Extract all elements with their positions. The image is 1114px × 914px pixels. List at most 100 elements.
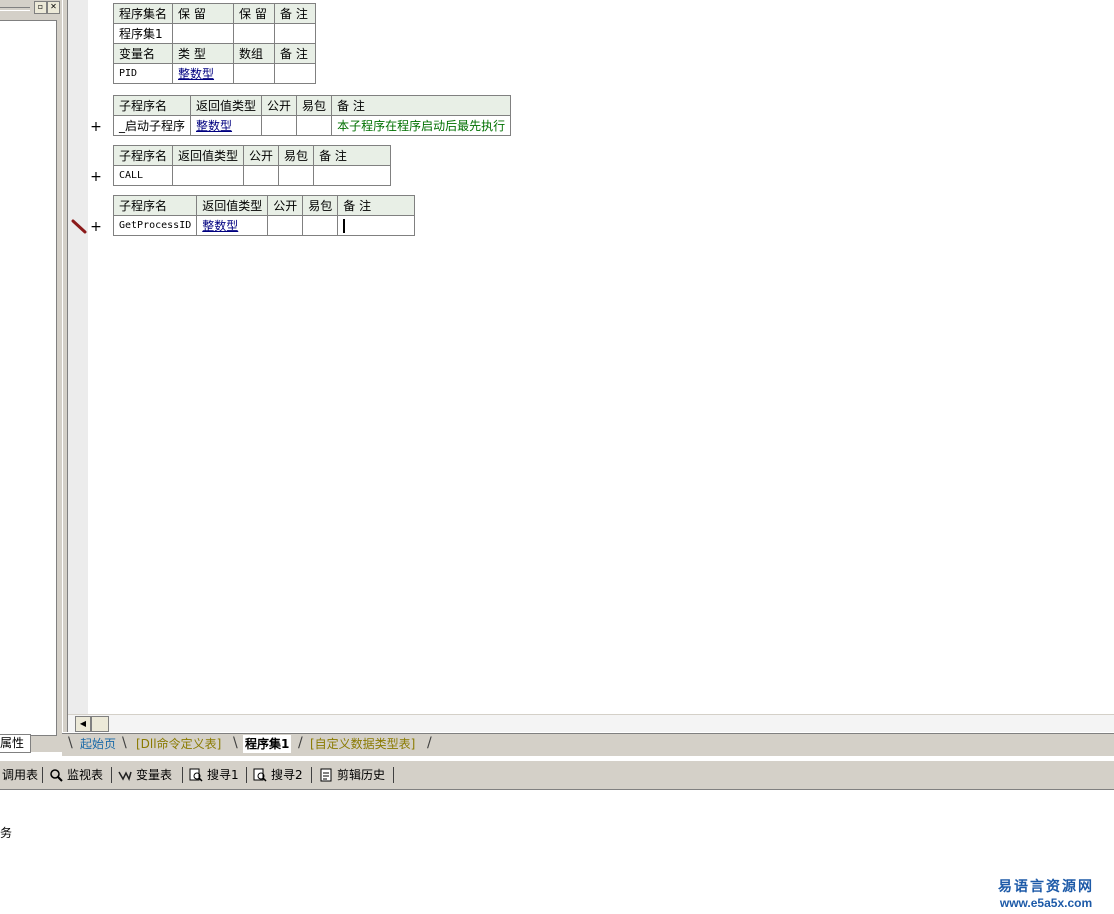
toolbar-separator <box>246 767 247 783</box>
tab-separator: \ <box>68 735 73 751</box>
expand-icon[interactable]: + <box>89 220 103 234</box>
col-header: 返回值类型 <box>190 95 263 116</box>
note-cell[interactable] <box>313 165 392 186</box>
tab-assembly1[interactable]: 程序集1 <box>243 735 292 753</box>
col-header: 子程序名 <box>112 95 192 116</box>
col-header: 易包 <box>296 95 333 116</box>
search1-button[interactable]: 搜寻1 <box>189 765 239 785</box>
subroutine-name-cell[interactable]: CALL <box>112 165 174 186</box>
editor-gutter <box>68 0 88 714</box>
output-pane[interactable]: 务 <box>0 790 1114 914</box>
tab-start-page[interactable]: 起始页 <box>78 735 118 753</box>
return-type-link[interactable]: 整数型 <box>196 215 269 236</box>
col-header: 类 型 <box>172 43 235 64</box>
horizontal-scrollbar[interactable]: ◀ <box>68 714 1114 732</box>
subroutine-name-cell[interactable]: GetProcessID <box>112 215 198 236</box>
epkg-cell[interactable] <box>278 165 315 186</box>
panel-titlebar: ▫ ✕ <box>0 0 62 16</box>
bottom-toolbar: 调用表 监视表 变量表 搜寻1 搜寻2 剪辑历史 <box>0 760 1114 791</box>
call-table-label: 调用表 <box>2 768 39 782</box>
toolbar-separator <box>311 767 312 783</box>
call-table-button[interactable]: 调用表 <box>2 765 38 785</box>
clip-history-button[interactable]: 剪辑历史 <box>319 765 385 785</box>
col-header: 备 注 <box>274 3 317 24</box>
tab-separator: \ <box>122 735 127 751</box>
epkg-cell[interactable] <box>296 115 333 136</box>
search-doc-icon <box>253 768 267 782</box>
return-type-link[interactable]: 整数型 <box>190 115 263 136</box>
project-tree[interactable] <box>0 20 57 736</box>
col-header: 返回值类型 <box>172 145 245 166</box>
col-header: 公开 <box>267 195 304 216</box>
col-header: 备 注 <box>313 145 392 166</box>
subroutine-name-cell[interactable]: _启动子程序 <box>112 115 192 136</box>
table-cell[interactable] <box>233 63 276 84</box>
epkg-cell[interactable] <box>302 215 339 236</box>
col-header: 保 留 <box>172 3 235 24</box>
variables-icon <box>118 771 132 782</box>
col-header: 易包 <box>278 145 315 166</box>
col-header: 保 留 <box>233 3 276 24</box>
col-header: 公开 <box>261 95 298 116</box>
tab-properties[interactable]: 属性 <box>0 734 31 753</box>
expand-icon[interactable]: + <box>89 170 103 184</box>
col-header: 变量名 <box>112 43 174 64</box>
col-header: 子程序名 <box>112 195 198 216</box>
watch-table-button[interactable]: 监视表 <box>49 765 103 785</box>
site-watermark: 易语言资源网 www.e5a5x.com <box>998 876 1094 910</box>
toolbar-separator <box>42 767 43 783</box>
return-type-cell[interactable] <box>172 165 245 186</box>
col-header: 备 注 <box>274 43 317 64</box>
tab-separator: / <box>298 735 303 751</box>
col-header: 返回值类型 <box>196 195 269 216</box>
search1-label: 搜寻1 <box>207 768 239 782</box>
tab-dll-commands[interactable]: [Dll命令定义表] <box>134 735 223 753</box>
restore-icon[interactable]: ▫ <box>34 1 47 14</box>
watch-table-label: 监视表 <box>67 768 104 782</box>
variable-type-link[interactable]: 整数型 <box>172 63 235 84</box>
scroll-thumb[interactable] <box>91 716 109 732</box>
watermark-title: 易语言资源网 <box>998 879 1094 895</box>
note-cell[interactable]: 本子程序在程序启动后最先执行 <box>331 115 512 136</box>
toolbar-separator <box>182 767 183 783</box>
text-caret <box>343 219 346 233</box>
search-doc-icon <box>189 768 203 782</box>
variable-table-button[interactable]: 变量表 <box>118 765 172 785</box>
tab-separator: / <box>427 735 432 751</box>
public-cell[interactable] <box>243 165 280 186</box>
search2-button[interactable]: 搜寻2 <box>253 765 303 785</box>
scroll-left-icon[interactable]: ◀ <box>75 716 91 732</box>
assembly-name-cell[interactable]: 程序集1 <box>112 23 174 44</box>
col-header: 备 注 <box>337 195 416 216</box>
watermark-url: www.e5a5x.com <box>999 896 1093 910</box>
clip-history-label: 剪辑历史 <box>337 768 386 782</box>
subroutine-table: 子程序名 返回值类型 公开 易包 备 注 _启动子程序 整数型 本子程序在程序启… <box>112 95 512 136</box>
table-cell[interactable] <box>274 63 317 84</box>
edit-pen-icon <box>71 219 87 234</box>
grip-line <box>0 7 30 11</box>
public-cell[interactable] <box>267 215 304 236</box>
expand-icon[interactable]: + <box>89 120 103 134</box>
note-cell-active[interactable] <box>337 215 416 236</box>
subroutine-table: 子程序名 返回值类型 公开 易包 备 注 GetProcessID 整数型 <box>112 195 416 236</box>
variable-name-cell[interactable]: PID <box>112 63 174 84</box>
subroutine-table: 子程序名 返回值类型 公开 易包 备 注 CALL <box>112 145 392 186</box>
table-cell[interactable] <box>274 23 317 44</box>
assembly-table: 程序集名 保 留 保 留 备 注 程序集1 变量名 类 型 数组 备 注 PID… <box>112 3 317 84</box>
toolbar-separator <box>111 767 112 783</box>
variable-table-label: 变量表 <box>136 768 173 782</box>
magnifier-icon <box>50 769 63 782</box>
table-cell[interactable] <box>233 23 276 44</box>
col-header: 数组 <box>233 43 276 64</box>
close-icon[interactable]: ✕ <box>47 1 60 14</box>
tab-separator: \ <box>233 735 238 751</box>
public-cell[interactable] <box>261 115 298 136</box>
toolbar-separator <box>393 767 394 783</box>
search2-label: 搜寻2 <box>271 768 303 782</box>
left-panel: ▫ ✕ <box>0 0 62 752</box>
document-tabs: \ 起始页 \ [Dll命令定义表] \ 程序集1 / [自定义数据类型表] / <box>62 733 1114 756</box>
table-cell[interactable] <box>172 23 235 44</box>
output-text: 务 <box>0 826 13 840</box>
tab-custom-datatypes[interactable]: [自定义数据类型表] <box>308 735 417 753</box>
col-header: 程序集名 <box>112 3 174 24</box>
